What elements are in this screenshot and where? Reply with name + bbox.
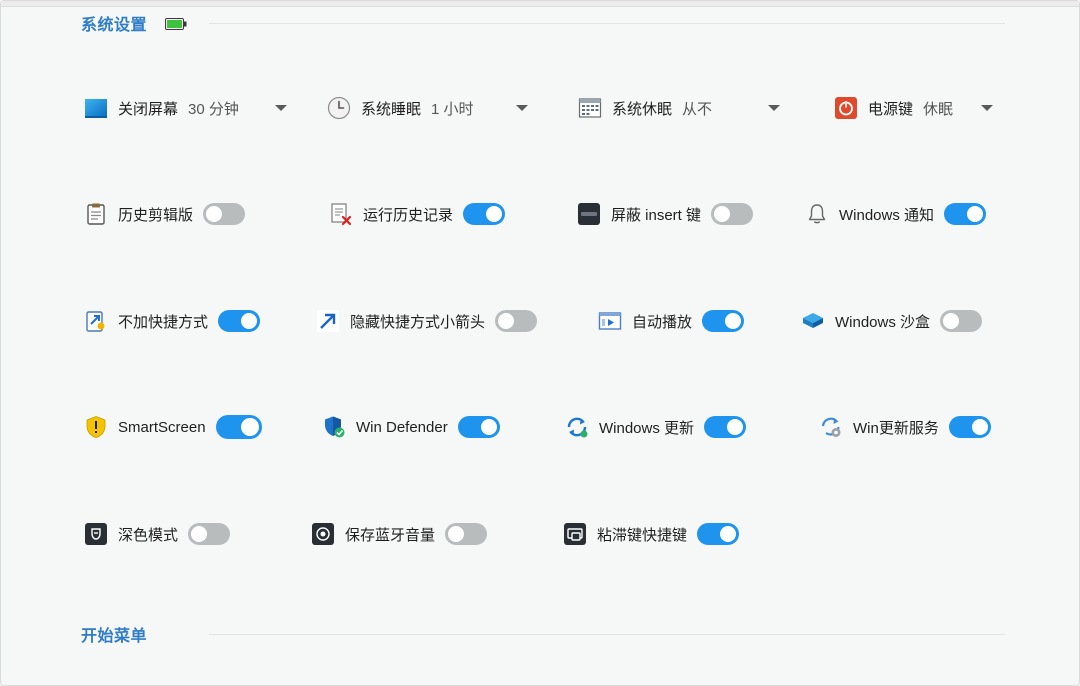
insert-key-icon — [577, 202, 601, 226]
section-divider — [209, 23, 1005, 24]
autoplay-icon — [598, 309, 622, 333]
toggle-switch[interactable] — [215, 415, 262, 439]
toggle-switch[interactable] — [445, 523, 488, 545]
setting-no-shortcut-suffix: 不加快捷方式 — [84, 303, 261, 339]
hibernate-icon — [578, 96, 602, 120]
update-icon — [565, 415, 589, 439]
chevron-down-icon[interactable] — [515, 103, 529, 113]
setting-label: Windows 更新 — [599, 419, 695, 437]
setting-label: 隐藏快捷方式小箭头 — [350, 313, 486, 331]
setting-win-update-service: Win更新服务 — [819, 409, 991, 445]
setting-windows-sandbox: Windows 沙盒 — [801, 303, 983, 339]
bell-icon — [805, 202, 829, 226]
chevron-down-icon[interactable] — [767, 103, 781, 113]
dropdown-value: 休眠 — [923, 100, 954, 118]
chevron-down-icon[interactable] — [274, 103, 288, 113]
run-history-icon — [329, 202, 353, 226]
dropdown-system-hibernate[interactable]: 系统休眠 从不 — [578, 90, 784, 126]
setting-label: Windows 通知 — [839, 206, 935, 224]
shortcut-icon — [84, 309, 108, 333]
toggle-switch[interactable] — [711, 203, 754, 225]
setting-smartscreen: SmartScreen — [84, 409, 262, 445]
setting-windows-update: Windows 更新 — [565, 409, 747, 445]
toggle-row: SmartScreen Win Defender Windows 更新 Win更… — [0, 409, 1080, 445]
toggle-row: 不加快捷方式 隐藏快捷方式小箭头 自动播放 Windows 沙盒 — [0, 303, 1080, 339]
sandbox-icon — [801, 309, 825, 333]
setting-label: Windows 沙盒 — [835, 313, 931, 331]
setting-hide-shortcut-arrow: 隐藏快捷方式小箭头 — [316, 303, 538, 339]
toggle-switch[interactable] — [218, 310, 261, 332]
dark-mode-icon — [84, 522, 108, 546]
toggle-switch[interactable] — [944, 203, 987, 225]
setting-dark-mode: 深色模式 — [84, 516, 231, 552]
defender-shield-icon — [322, 415, 346, 439]
arrow-icon — [316, 309, 340, 333]
setting-label: 运行历史记录 — [363, 206, 454, 224]
section-title: 开始菜单 — [81, 628, 148, 645]
setting-label: 粘滞键快捷键 — [597, 526, 688, 544]
setting-label: 保存蓝牙音量 — [345, 526, 436, 544]
setting-autoplay: 自动播放 — [598, 303, 745, 339]
section-header-start-menu: 开始菜单 — [81, 621, 147, 647]
section-title: 系统设置 — [81, 17, 148, 34]
dropdown-system-sleep[interactable]: 系统睡眠 1 小时 — [327, 90, 533, 126]
setting-label: 自动播放 — [632, 313, 693, 331]
dropdown-label: 系统休眠 — [612, 100, 673, 118]
toggle-row: 深色模式 保存蓝牙音量 粘滞键快捷键 — [0, 516, 1080, 552]
dropdown-value: 从不 — [682, 100, 713, 118]
dropdown-label: 关闭屏幕 — [118, 100, 179, 118]
setting-label: Win Defender — [356, 418, 448, 436]
setting-label: 屏蔽 insert 键 — [611, 206, 702, 224]
toggle-row: 历史剪辑版 运行历史记录 屏蔽 insert 键 Windows 通知 — [0, 196, 1080, 232]
smartscreen-shield-icon — [84, 415, 108, 439]
toggle-switch[interactable] — [702, 310, 745, 332]
setting-sticky-keys-shortcut: 粘滞键快捷键 — [563, 516, 740, 552]
power-settings-row: 关闭屏幕 30 分钟 系统睡眠 1 小时 系统休眠 从不 电源键 休眠 — [0, 90, 1080, 126]
setting-save-bluetooth-volume: 保存蓝牙音量 — [311, 516, 488, 552]
power-button-icon — [834, 96, 858, 120]
setting-label: 深色模式 — [118, 526, 179, 544]
section-header-system-settings: 系统设置 — [81, 10, 187, 36]
setting-windows-notifications: Windows 通知 — [805, 196, 987, 232]
toggle-switch[interactable] — [203, 203, 246, 225]
toggle-switch[interactable] — [463, 203, 506, 225]
setting-label: 不加快捷方式 — [118, 313, 209, 331]
chevron-down-icon[interactable] — [980, 103, 994, 113]
setting-clipboard-history: 历史剪辑版 — [84, 196, 246, 232]
setting-run-history: 运行历史记录 — [329, 196, 506, 232]
dropdown-screen-off[interactable]: 关闭屏幕 30 分钟 — [84, 90, 290, 126]
toggle-switch[interactable] — [940, 310, 983, 332]
section-divider — [209, 634, 1005, 635]
clock-icon — [327, 96, 351, 120]
setting-win-defender: Win Defender — [322, 409, 500, 445]
toggle-switch[interactable] — [457, 416, 500, 438]
bluetooth-volume-icon — [311, 522, 335, 546]
dropdown-power-button[interactable]: 电源键 休眠 — [834, 90, 994, 126]
battery-icon — [165, 17, 187, 30]
toggle-switch[interactable] — [948, 416, 991, 438]
toggle-switch[interactable] — [697, 523, 740, 545]
clipboard-icon — [84, 202, 108, 226]
setting-label: 历史剪辑版 — [118, 206, 194, 224]
setting-block-insert-key: 屏蔽 insert 键 — [577, 196, 754, 232]
setting-label: Win更新服务 — [853, 419, 939, 437]
dropdown-label: 系统睡眠 — [361, 100, 422, 118]
update-service-icon — [819, 415, 843, 439]
monitor-icon — [84, 96, 108, 120]
toggle-switch[interactable] — [704, 416, 747, 438]
toggle-switch[interactable] — [495, 310, 538, 332]
dropdown-label: 电源键 — [868, 100, 914, 118]
sticky-keys-icon — [563, 522, 587, 546]
dropdown-value: 30 分钟 — [188, 100, 239, 118]
dropdown-value: 1 小时 — [431, 100, 474, 118]
setting-label: SmartScreen — [118, 418, 206, 436]
toggle-switch[interactable] — [188, 523, 231, 545]
